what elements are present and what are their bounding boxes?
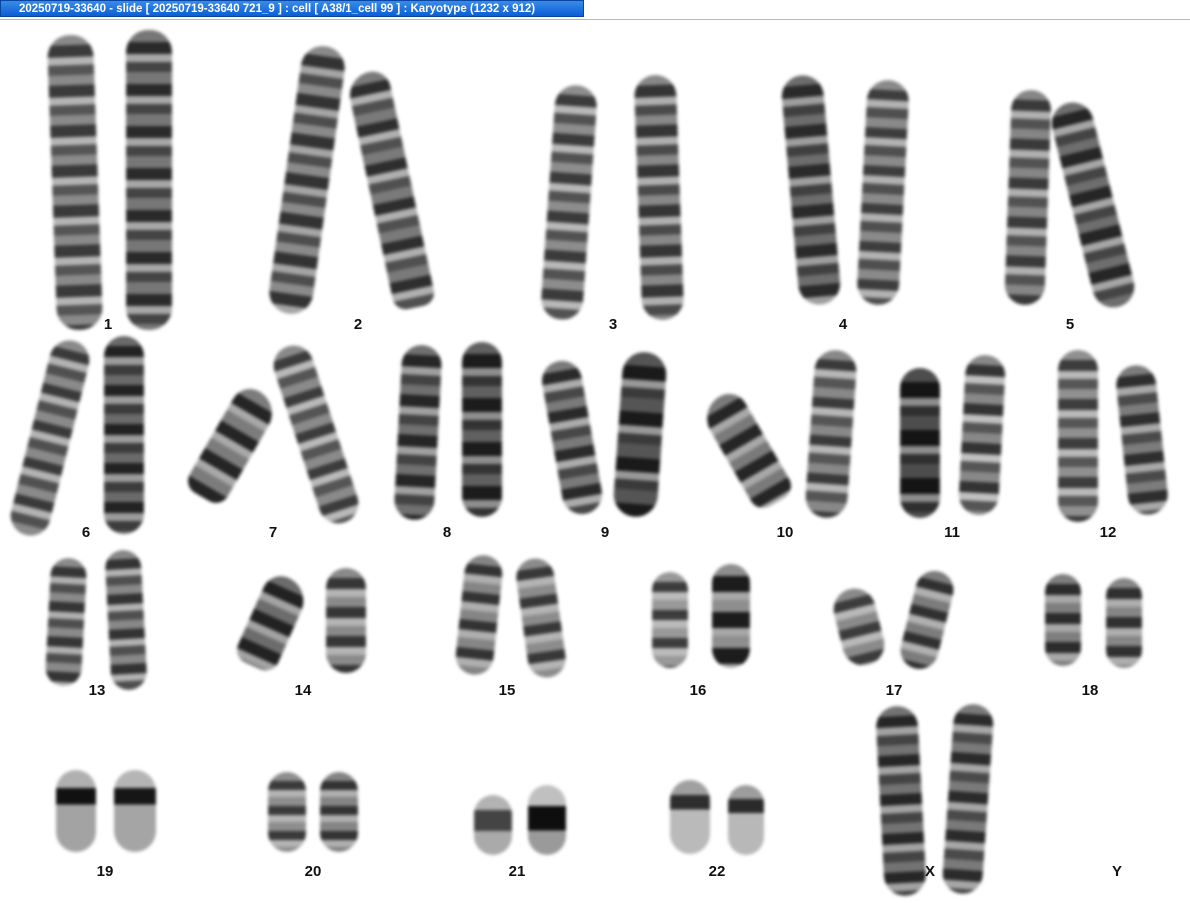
chromosome-8a[interactable] — [393, 344, 443, 521]
chromosome-14b[interactable] — [326, 568, 366, 673]
chromosome-5a[interactable] — [1004, 89, 1052, 306]
chromosome-18b[interactable] — [1106, 578, 1142, 668]
chromosome-label-5: 5 — [1065, 316, 1075, 333]
chromosome-17b[interactable] — [896, 566, 958, 674]
chromosome-1b[interactable] — [126, 30, 172, 330]
chromosome-7a[interactable] — [182, 382, 282, 508]
chromosome-label-X: X — [924, 863, 935, 880]
chromosome-12b[interactable] — [1114, 363, 1170, 517]
chromosome-14a[interactable] — [232, 570, 312, 675]
chromosome-10b[interactable] — [804, 348, 858, 520]
chromosome-label-6: 6 — [81, 524, 91, 541]
chromosome-19b[interactable] — [114, 770, 156, 852]
chromosome-label-8: 8 — [442, 524, 452, 541]
window-titlebar: 20250719-33640 - slide [ 20250719-33640 … — [0, 0, 1190, 20]
chromosome-label-4: 4 — [838, 316, 848, 333]
chromosome-7b[interactable] — [268, 340, 364, 529]
chromosome-label-7: 7 — [268, 524, 278, 541]
chromosome-label-11: 11 — [944, 524, 960, 541]
chromosome-label-16: 16 — [689, 682, 707, 699]
chromosome-5b[interactable] — [1047, 98, 1139, 312]
chromosome-label-3: 3 — [608, 316, 618, 333]
chromosome-label-15: 15 — [498, 682, 516, 699]
karyotype-canvas: 1 2 3 4 5 6 7 8 9 10 11 12 13 14 15 16 1… — [0, 20, 1190, 903]
chromosome-label-19: 19 — [96, 863, 114, 880]
chromosome-6a[interactable] — [6, 336, 94, 540]
chromosome-label-18: 18 — [1081, 682, 1099, 699]
chromosome-15b[interactable] — [513, 555, 569, 681]
chromosome-4b[interactable] — [856, 79, 910, 306]
chromosome-16b[interactable] — [712, 564, 750, 668]
chromosome-label-1: 1 — [103, 316, 113, 333]
chromosome-label-22: 22 — [708, 863, 726, 880]
chromosome-16a[interactable] — [652, 572, 688, 668]
chromosome-label-12: 12 — [1099, 524, 1117, 541]
chromosome-2a[interactable] — [266, 43, 348, 317]
chromosome-4a[interactable] — [780, 73, 842, 307]
chromosome-17a[interactable] — [829, 584, 889, 670]
chromosome-label-17: 17 — [885, 682, 903, 699]
chromosome-15a[interactable] — [453, 553, 505, 677]
chromosome-label-21: 21 — [508, 863, 526, 880]
chromosome-3a[interactable] — [539, 83, 599, 322]
chromosome-10a[interactable] — [697, 387, 797, 513]
chromosome-22b[interactable] — [728, 785, 764, 855]
chromosome-19a[interactable] — [56, 770, 96, 852]
chromosome-9b[interactable] — [612, 350, 668, 519]
chromosome-11b[interactable] — [957, 354, 1007, 516]
chromosome-20a[interactable] — [268, 772, 306, 852]
chromosome-label-9: 9 — [600, 524, 610, 541]
chromosome-13b[interactable] — [104, 549, 148, 691]
chromosome-label-2: 2 — [353, 316, 363, 333]
chromosome-13a[interactable] — [44, 557, 88, 687]
chromosome-6b[interactable] — [104, 336, 144, 534]
chromosome-21a[interactable] — [474, 795, 512, 855]
chromosome-11a[interactable] — [900, 368, 940, 518]
chromosome-8b[interactable] — [462, 342, 502, 517]
window-title[interactable]: 20250719-33640 - slide [ 20250719-33640 … — [0, 0, 584, 17]
chromosome-label-10: 10 — [776, 524, 794, 541]
chromosome-2b[interactable] — [345, 68, 437, 312]
chromosome-12a[interactable] — [1058, 350, 1098, 522]
chromosome-1a[interactable] — [46, 34, 104, 331]
chromosome-9a[interactable] — [538, 357, 606, 518]
chromosome-3b[interactable] — [633, 74, 685, 321]
chromosome-21b[interactable] — [528, 785, 566, 855]
chromosome-20b[interactable] — [320, 772, 358, 852]
chromosome-label-14: 14 — [294, 682, 312, 699]
chromosome-22a[interactable] — [670, 780, 710, 854]
chromosome-18a[interactable] — [1045, 574, 1081, 666]
chromosome-label-Y: Y — [1111, 863, 1122, 880]
chromosome-label-20: 20 — [304, 863, 322, 880]
chromosome-label-13: 13 — [88, 682, 106, 699]
